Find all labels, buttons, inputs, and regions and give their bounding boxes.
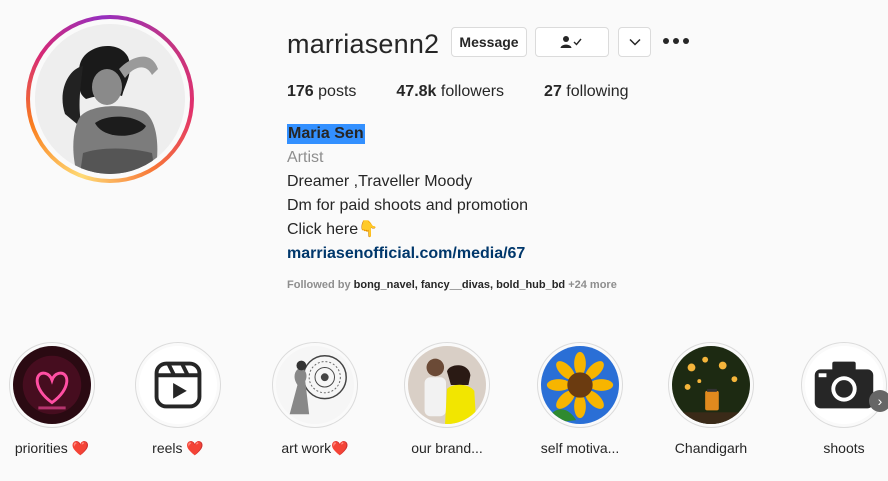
followed-by[interactable]: Followed by bong_navel, fancy__divas, bo… xyxy=(287,279,617,291)
full-name: Maria Sen xyxy=(287,124,365,144)
profile-avatar[interactable] xyxy=(26,15,194,183)
chevron-down-icon xyxy=(628,38,641,46)
follower-username: bong_navel xyxy=(353,279,415,291)
stat-label: followers xyxy=(440,83,505,100)
username: marriasenn2 xyxy=(287,29,440,59)
avatar-photo xyxy=(35,24,185,174)
bio: Maria Sen Artist Dreamer ,Traveller Mood… xyxy=(287,122,528,266)
followed-by-more: +24 more xyxy=(568,279,617,291)
bio-line: Dreamer ,Traveller Moody xyxy=(287,173,473,190)
highlight-label: reels ❤️ xyxy=(152,440,204,456)
bio-line: Dm for paid shoots and promotion xyxy=(287,197,529,214)
following-link[interactable]: 27 following xyxy=(544,83,629,101)
stat-label: posts xyxy=(318,83,357,100)
highlight-label: shoots xyxy=(823,440,865,456)
avatar-inner xyxy=(30,19,190,179)
following-button[interactable] xyxy=(535,27,609,57)
highlight-label: Chandigarh xyxy=(674,440,748,456)
mandala-art-image xyxy=(276,346,354,424)
highlight-self-motivation[interactable]: self motiva... xyxy=(535,342,625,456)
dot xyxy=(663,38,669,44)
stat-value: 47.8k xyxy=(396,83,437,100)
stat-value: 176 xyxy=(287,83,314,100)
highlight-label: our brand... xyxy=(411,440,483,456)
dot xyxy=(673,38,679,44)
highlight-label: art work❤️ xyxy=(281,440,349,456)
followers-link[interactable]: 47.8k followers xyxy=(396,83,504,101)
lanterns-image xyxy=(672,346,750,424)
highlight-our-brand[interactable]: our brand... xyxy=(402,342,492,456)
profile-stats: 176 posts 47.8k followers 27 following xyxy=(287,83,669,101)
highlight-label: priorities ❤️ xyxy=(14,440,90,456)
posts-count: 176 posts xyxy=(287,83,356,101)
couple-photo-image xyxy=(408,346,486,424)
category: Artist xyxy=(287,149,324,166)
neon-heart-image xyxy=(13,346,91,424)
person-check-icon xyxy=(560,36,582,48)
message-button[interactable]: Message xyxy=(451,27,527,57)
dot xyxy=(683,38,689,44)
follower-username: bold_hub_bd xyxy=(496,279,566,291)
suggested-dropdown-button[interactable] xyxy=(618,27,651,57)
highlight-art-work[interactable]: art work❤️ xyxy=(270,342,360,457)
website-link[interactable]: marriasenofficial.com/media/67 xyxy=(287,242,528,266)
followed-by-prefix: Followed by xyxy=(287,279,351,291)
bio-line: Click here👇 xyxy=(287,221,379,238)
follower-username: fancy__divas xyxy=(420,279,490,291)
sunflower-image xyxy=(541,346,619,424)
stat-value: 27 xyxy=(544,83,562,100)
more-options-icon[interactable] xyxy=(663,34,691,48)
camera-icon xyxy=(805,346,883,424)
highlight-priorities[interactable]: priorities ❤️ xyxy=(7,342,97,457)
highlight-label: self motiva... xyxy=(540,440,620,456)
highlight-chandigarh[interactable]: Chandigarh xyxy=(666,342,756,456)
reels-icon xyxy=(139,346,217,424)
avatar-image xyxy=(35,24,185,174)
stat-label: following xyxy=(566,83,629,100)
chevron-right-icon[interactable]: › xyxy=(869,390,888,412)
highlight-reels[interactable]: reels ❤️ xyxy=(133,342,223,457)
